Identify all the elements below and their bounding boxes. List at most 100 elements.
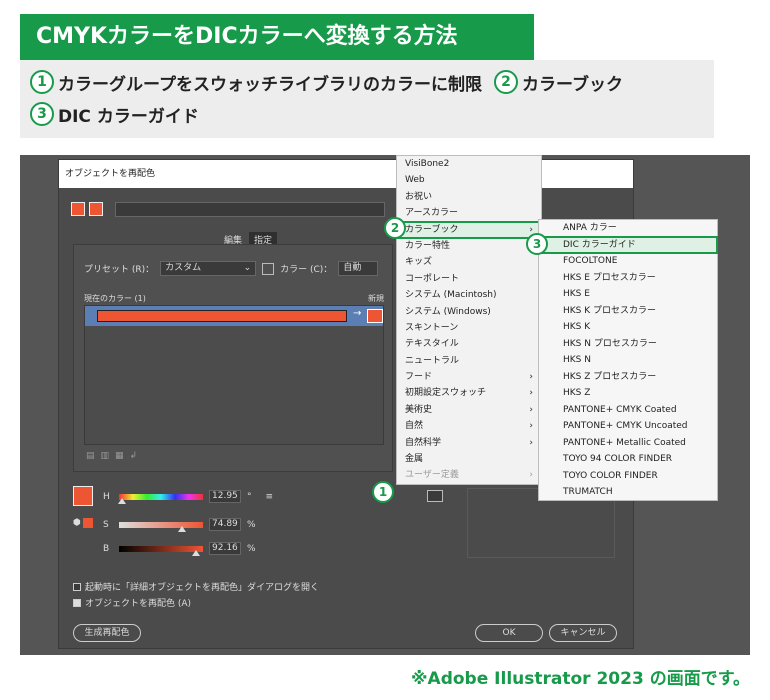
checkbox-recolor-art[interactable]: オブジェクトを再配色 (A) — [73, 596, 191, 609]
menu-item[interactable]: お祝い — [397, 189, 541, 205]
generate-recolor-button[interactable]: 生成再配色 — [73, 624, 141, 642]
menu-item[interactable]: フード › — [397, 369, 541, 385]
slider-h-track[interactable] — [118, 493, 203, 504]
submenu-item[interactable]: HKS K プロセスカラー — [539, 303, 717, 320]
submenu-item[interactable]: HKS N プロセスカラー — [539, 336, 717, 353]
checkbox-open-on-launch[interactable]: 起動時に「詳細オブジェクトを再配色」ダイアログを開く — [73, 580, 319, 593]
menu-item[interactable]: システム (Macintosh) — [397, 287, 541, 303]
menu-item[interactable]: カラーブック › — [396, 220, 542, 239]
menu-item[interactable]: 初期設定スウォッチ › — [397, 385, 541, 401]
swatch-library-icon[interactable] — [427, 490, 443, 502]
separate-icon[interactable]: ▥ — [101, 451, 110, 461]
slider-b-value[interactable]: 92.16 — [209, 542, 241, 555]
menu-item-label: Web — [405, 175, 425, 186]
new-color-swatch[interactable] — [367, 309, 383, 323]
slider-h-value[interactable]: 12.95 — [209, 490, 241, 503]
slider-h-thumb[interactable] — [118, 497, 127, 504]
submenu-item[interactable]: TOYO COLOR FINDER — [539, 468, 717, 485]
preset-row: プリセット (R)： カスタム ⌄ カラー (C)： 自動 — [84, 261, 379, 276]
menu-item[interactable]: テキスタイル — [397, 336, 541, 352]
menu-icon[interactable]: ≡ — [266, 492, 274, 502]
submenu-item-label: TOYO COLOR FINDER — [563, 470, 658, 481]
menu-item-label: VisiBone2 — [405, 159, 450, 169]
chevron-right-icon: › — [529, 388, 533, 399]
top-swatches — [71, 202, 103, 216]
submenu-item[interactable]: ANPA カラー — [539, 220, 717, 237]
menu-item-label: 自然科学 — [405, 437, 442, 448]
menu-item[interactable]: アースカラー — [397, 205, 541, 221]
submenu-item[interactable]: FOCOLTONE — [539, 253, 717, 270]
menu-item[interactable]: 金属 — [397, 451, 541, 467]
merge-icon[interactable]: ▤ — [86, 451, 95, 461]
color-row[interactable]: → — [85, 306, 383, 326]
current-color-bar[interactable] — [97, 310, 347, 322]
submenu-item[interactable]: HKS Z — [539, 385, 717, 402]
menu-item[interactable]: キッズ — [397, 254, 541, 270]
preset-value: カスタム — [165, 263, 202, 273]
submenu-item[interactable]: HKS E — [539, 286, 717, 303]
slider-b-track[interactable] — [119, 545, 203, 556]
submenu-item[interactable]: PANTONE+ CMYK Uncoated — [539, 418, 717, 435]
menu-item-label: ニュートラル — [405, 355, 460, 366]
swatch-icon[interactable] — [71, 202, 85, 216]
slider-s-label: S — [103, 519, 109, 530]
arrow-right-icon[interactable]: → — [353, 308, 361, 319]
cube-icon[interactable]: ⬢ — [73, 518, 81, 528]
menu-item[interactable]: 自然 › — [397, 418, 541, 434]
callout-3: 3 — [526, 233, 548, 255]
preset-label: プリセット (R)： — [84, 265, 155, 275]
submenu-item[interactable]: TOYO 94 COLOR FINDER — [539, 451, 717, 468]
step-number-2: 2 — [493, 70, 518, 94]
submenu-item[interactable]: TRUMATCH — [539, 484, 717, 501]
slider-s-value[interactable]: 74.89 — [209, 518, 241, 531]
chevron-right-icon: › — [529, 372, 533, 383]
ok-button[interactable]: OK — [475, 624, 543, 642]
submenu-item[interactable]: HKS N — [539, 352, 717, 369]
menu-item[interactable]: コーポレート — [397, 271, 541, 287]
slider-b-label: B — [103, 543, 110, 554]
submenu-item[interactable]: PANTONE+ Metallic Coated — [539, 435, 717, 452]
menu-item[interactable]: システム (Windows) — [397, 304, 541, 320]
menu-item-label: 初期設定スウォッチ — [405, 388, 487, 399]
menu-item[interactable]: VisiBone2 — [397, 156, 541, 172]
menu-item[interactable]: ニュートラル — [397, 353, 541, 369]
color-count-select[interactable]: 自動 — [338, 261, 379, 276]
swatch-icon[interactable] — [89, 202, 103, 216]
menu-item[interactable]: カラー特性 — [397, 238, 541, 254]
cancel-button[interactable]: キャンセル — [549, 624, 617, 642]
menu-item[interactable]: 美術史 › — [397, 402, 541, 418]
checkbox-open-on-launch-box[interactable] — [73, 582, 81, 591]
exclude-icon[interactable]: ▦ — [115, 451, 124, 461]
preset-options-icon[interactable] — [262, 262, 275, 275]
step-number-1: 1 — [30, 70, 54, 94]
slider-s-thumb[interactable] — [178, 525, 186, 532]
slider-b-unit: % — [247, 543, 256, 554]
color-count-value: 自動 — [343, 263, 362, 273]
slider-b-thumb[interactable] — [192, 549, 201, 556]
submenu-item[interactable]: DIC カラーガイド — [538, 235, 718, 254]
current-colors-label: 現在のカラー (1) — [84, 294, 146, 303]
callout-2: 2 — [384, 217, 406, 239]
dialog-title: オブジェクトを再配色 — [59, 160, 633, 188]
color-group-field[interactable] — [115, 202, 385, 217]
menu-item[interactable]: スキントーン — [397, 320, 541, 336]
new-row-icon[interactable]: ↲ — [130, 451, 138, 461]
menu-item[interactable]: ユーザー定義 › — [397, 467, 541, 483]
menu-item[interactable]: Web — [397, 172, 541, 188]
submenu-item-label: HKS K プロセスカラー — [563, 305, 657, 316]
submenu-item[interactable]: PANTONE+ CMYK Coated — [539, 402, 717, 419]
slider-s-track[interactable] — [119, 521, 203, 532]
menu-item[interactable]: 自然科学 › — [397, 435, 541, 451]
checkbox-open-on-launch-label: 起動時に「詳細オブジェクトを再配色」ダイアログを開く — [85, 583, 320, 593]
gamut-swatch[interactable] — [82, 518, 93, 528]
submenu-item[interactable]: HKS K — [539, 319, 717, 336]
checkbox-recolor-art-box[interactable] — [73, 598, 81, 607]
active-color-swatch[interactable] — [73, 486, 93, 506]
menu-item-label: 自然 — [405, 421, 424, 432]
color-tools-row: ▤ ▥ ▦ ↲ — [86, 451, 137, 461]
cube-swatch: ⬢ — [73, 518, 93, 528]
submenu-item[interactable]: HKS Z プロセスカラー — [539, 369, 717, 386]
submenu-item-label: PANTONE+ CMYK Uncoated — [563, 421, 688, 431]
submenu-item[interactable]: HKS E プロセスカラー — [539, 270, 717, 287]
preset-select[interactable]: カスタム ⌄ — [160, 261, 257, 276]
